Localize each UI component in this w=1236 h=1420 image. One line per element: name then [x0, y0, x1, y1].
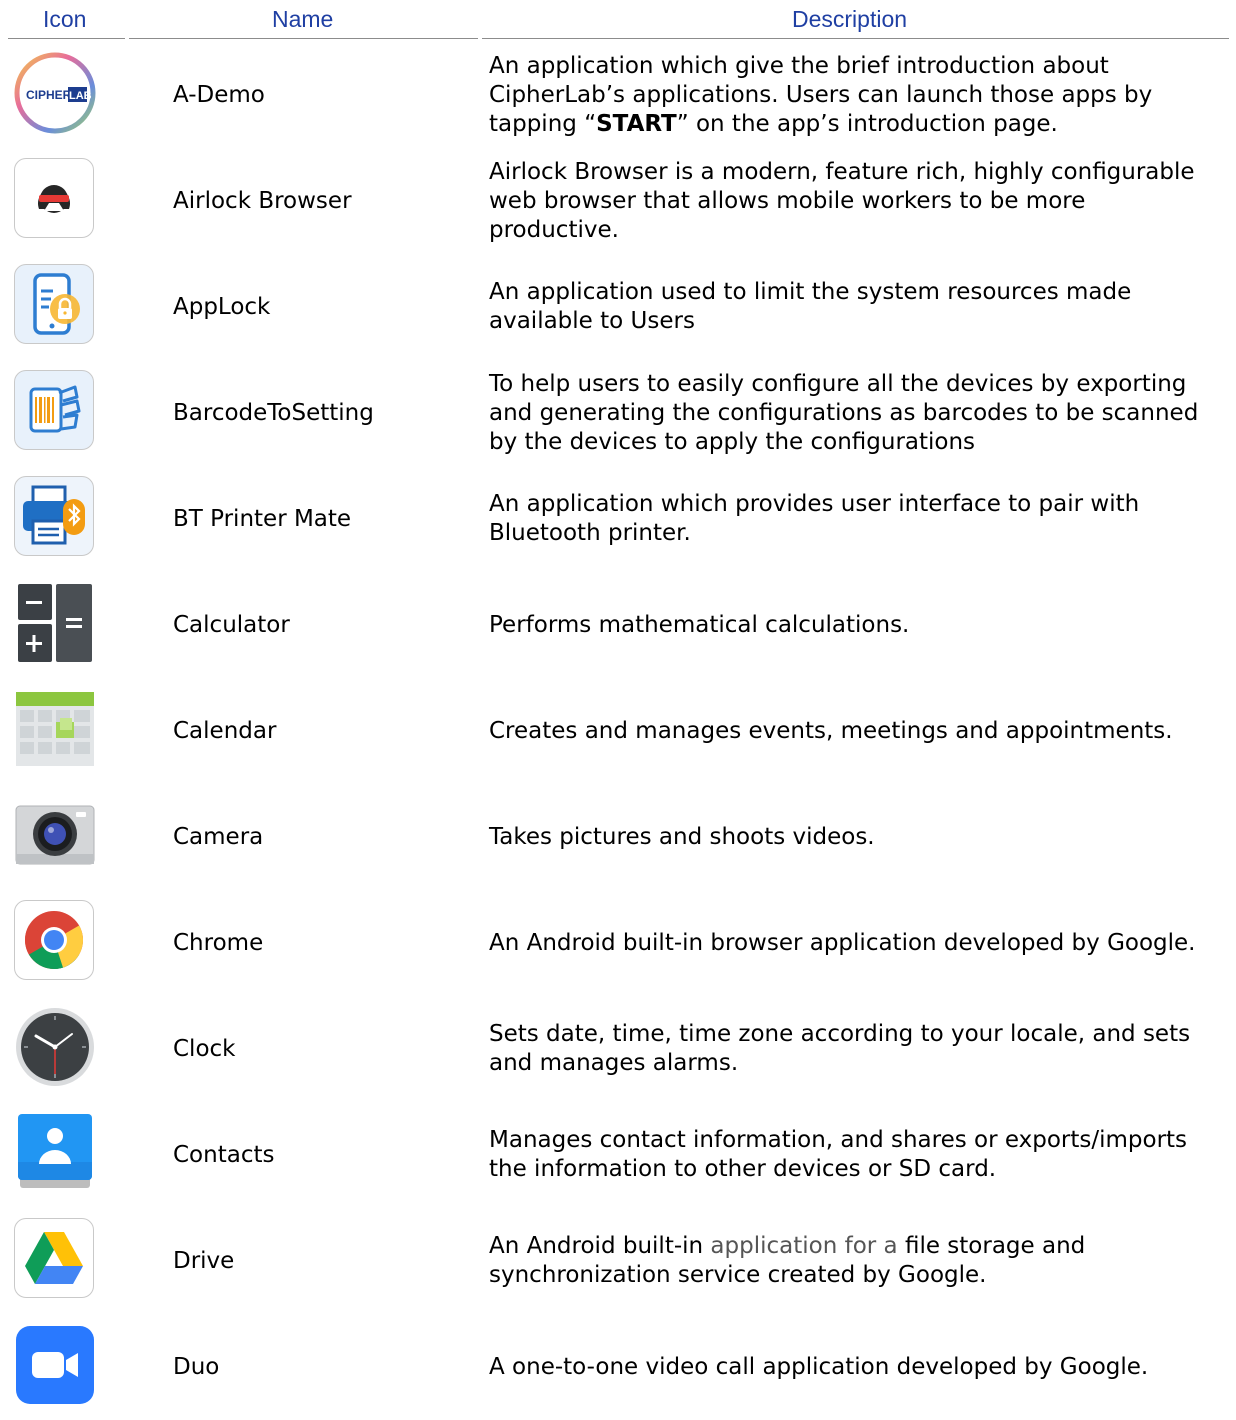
app-description: To help users to easily configure all th…: [489, 360, 1234, 466]
column-header-name: Name: [129, 0, 478, 39]
airlock-icon: [14, 158, 94, 238]
svg-text:CIPHER: CIPHER: [26, 88, 72, 102]
description-line: the information to other devices or SD c…: [489, 1156, 997, 1182]
app-name: Contacts: [173, 1142, 275, 1168]
app-name: A-Demo: [173, 82, 265, 108]
app-description: An application which provides user inter…: [489, 466, 1234, 572]
description-line: An Android built-in browser application …: [489, 929, 1196, 956]
duo-icon: [14, 1324, 96, 1406]
table-row: Calculator Performs mathematical calcula…: [0, 572, 1236, 678]
app-name: Drive: [173, 1248, 235, 1274]
description-line: An application used to limit the system …: [489, 279, 1132, 305]
table-row: CIPHER LAB A-Demo An application which g…: [0, 42, 1236, 148]
app-name: AppLock: [173, 294, 271, 320]
description-line: Creates and manages events, meetings and…: [489, 717, 1173, 744]
icon-cell: [14, 158, 96, 240]
description-line: synchronization service created by Googl…: [489, 1262, 987, 1288]
table-row: Drive An Android built-in application fo…: [0, 1208, 1236, 1314]
description-line: Bluetooth printer.: [489, 520, 691, 546]
app-description: A one-to-one video call application deve…: [489, 1314, 1234, 1420]
description-text: ” on the app’s introduction page.: [676, 110, 1058, 137]
description-line: Manages contact information, and shares …: [489, 1127, 1188, 1153]
table-row: Airlock Browser Airlock Browser is a mod…: [0, 148, 1236, 254]
description-bold-text: START: [596, 110, 677, 137]
app-name: BT Printer Mate: [173, 506, 352, 532]
app-description: Manages contact information, and shares …: [489, 1102, 1234, 1208]
description-line: An application which give the brief intr…: [489, 52, 1109, 79]
table-row: Chrome An Android built-in browser appli…: [0, 890, 1236, 996]
description-line: and manages alarms.: [489, 1050, 739, 1076]
cipherlab-logo-icon: CIPHER LAB: [14, 52, 96, 134]
column-header-icon: Icon: [8, 0, 125, 39]
header-rule: [129, 38, 478, 39]
header-rule: [8, 38, 125, 39]
table-row: AppLock An application used to limit the…: [0, 254, 1236, 360]
column-header-icon-label: Icon: [43, 6, 87, 32]
clock-icon: [14, 1006, 96, 1088]
table-row: BarcodeToSetting To help users to easily…: [0, 360, 1236, 466]
applock-icon: [14, 264, 94, 344]
description-line: Airlock Browser is a modern, feature ric…: [489, 158, 1195, 185]
description-line: To help users to easily configure all th…: [489, 370, 1187, 397]
table-row: Clock Sets date, time, time zone accordi…: [0, 996, 1236, 1102]
chrome-icon: [14, 900, 94, 980]
camera-icon: [14, 794, 96, 876]
description-text: An Android built-in: [489, 1233, 711, 1259]
description-line: and generating the configurations as bar…: [489, 399, 1199, 426]
description-line: web browser that allows mobile workers t…: [489, 187, 1086, 214]
icon-cell: [14, 264, 96, 346]
contacts-icon: [14, 1112, 96, 1194]
icon-cell: [14, 476, 96, 558]
description-line: Performs mathematical calculations.: [489, 611, 910, 638]
app-description: Airlock Browser is a modern, feature ric…: [489, 148, 1234, 254]
description-text: file storage and: [897, 1233, 1086, 1259]
description-text: application for a: [710, 1233, 898, 1259]
app-name: Calendar: [173, 718, 277, 744]
description-line: available to Users: [489, 308, 695, 334]
column-header-name-label: Name: [272, 6, 334, 32]
table-row: Duo A one-to-one video call application …: [0, 1314, 1236, 1420]
app-name: Camera: [173, 824, 264, 850]
app-description: An application used to limit the system …: [489, 254, 1234, 360]
app-name: BarcodeToSetting: [173, 400, 374, 426]
description-line: Takes pictures and shoots videos.: [489, 823, 875, 850]
drive-icon: [14, 1218, 94, 1298]
header-rule: [482, 38, 1229, 39]
app-description: Takes pictures and shoots videos.: [489, 784, 1234, 890]
app-description: An application which give the brief intr…: [489, 42, 1234, 148]
icon-cell: [14, 900, 96, 982]
bt-printer-icon: [14, 476, 94, 556]
svg-text:LAB: LAB: [69, 90, 92, 102]
icon-cell: [14, 370, 96, 452]
app-description: Creates and manages events, meetings and…: [489, 678, 1234, 784]
app-description: Sets date, time, time zone according to …: [489, 996, 1234, 1102]
table-row: Contacts Manages contact information, an…: [0, 1102, 1236, 1208]
description-line: productive.: [489, 216, 619, 243]
app-name: Duo: [173, 1354, 220, 1380]
table-row: Camera Takes pictures and shoots videos.: [0, 784, 1236, 890]
description-line: A one-to-one video call application deve…: [489, 1353, 1149, 1380]
description-text: tapping “: [489, 110, 597, 137]
description-line: by the devices to apply the configuratio…: [489, 428, 976, 455]
table-row: Calendar Creates and manages events, mee…: [0, 678, 1236, 784]
description-line: An application which provides user inter…: [489, 491, 1140, 517]
app-description: An Android built-in application for a fi…: [489, 1208, 1234, 1314]
app-name: Chrome: [173, 930, 264, 956]
app-name: Calculator: [173, 612, 290, 638]
icon-cell: [14, 1218, 96, 1300]
calendar-icon: [14, 688, 96, 770]
barcode-setting-icon: [14, 370, 94, 450]
app-description: An Android built-in browser application …: [489, 890, 1234, 996]
description-line: An Android built-in application for a fi…: [489, 1232, 1085, 1261]
table-row: BT Printer Mate An application which pro…: [0, 466, 1236, 572]
description-line: CipherLab’s applications. Users can laun…: [489, 81, 1153, 108]
description-line: Sets date, time, time zone according to …: [489, 1021, 1191, 1047]
column-header-description: Description: [482, 0, 1229, 39]
calculator-icon: [14, 582, 96, 664]
app-name: Airlock Browser: [173, 188, 352, 214]
app-description: Performs mathematical calculations.: [489, 572, 1234, 678]
column-header-description-label: Description: [792, 6, 908, 32]
description-line: tapping “START” on the app’s introductio…: [489, 110, 1152, 139]
app-name: Clock: [173, 1036, 236, 1062]
